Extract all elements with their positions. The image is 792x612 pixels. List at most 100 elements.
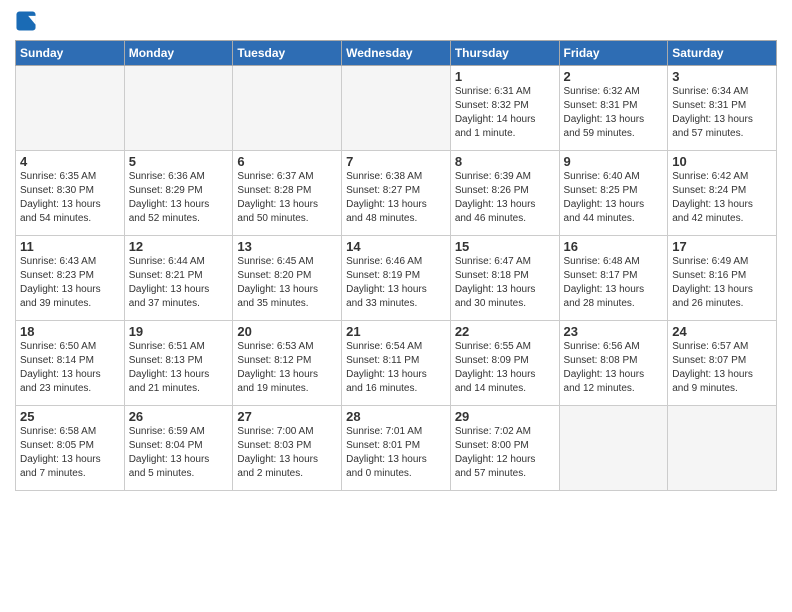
- day-info: Sunrise: 6:32 AM Sunset: 8:31 PM Dayligh…: [564, 85, 664, 141]
- day-info: Sunrise: 6:38 AM Sunset: 8:27 PM Dayligh…: [346, 170, 446, 226]
- calendar-cell: 18Sunrise: 6:50 AM Sunset: 8:14 PM Dayli…: [16, 321, 125, 406]
- calendar-cell: 8Sunrise: 6:39 AM Sunset: 8:26 PM Daylig…: [450, 151, 559, 236]
- day-info: Sunrise: 6:35 AM Sunset: 8:30 PM Dayligh…: [20, 170, 120, 226]
- day-number: 17: [672, 239, 772, 254]
- day-number: 10: [672, 154, 772, 169]
- week-row-1: 1Sunrise: 6:31 AM Sunset: 8:32 PM Daylig…: [16, 66, 777, 151]
- day-number: 20: [237, 324, 337, 339]
- calendar-cell: [342, 66, 451, 151]
- day-info: Sunrise: 6:50 AM Sunset: 8:14 PM Dayligh…: [20, 340, 120, 396]
- calendar-cell: 12Sunrise: 6:44 AM Sunset: 8:21 PM Dayli…: [124, 236, 233, 321]
- day-number: 2: [564, 69, 664, 84]
- day-info: Sunrise: 6:49 AM Sunset: 8:16 PM Dayligh…: [672, 255, 772, 311]
- day-info: Sunrise: 6:54 AM Sunset: 8:11 PM Dayligh…: [346, 340, 446, 396]
- weekday-header-thursday: Thursday: [450, 41, 559, 66]
- weekday-header-sunday: Sunday: [16, 41, 125, 66]
- day-info: Sunrise: 6:53 AM Sunset: 8:12 PM Dayligh…: [237, 340, 337, 396]
- day-info: Sunrise: 6:45 AM Sunset: 8:20 PM Dayligh…: [237, 255, 337, 311]
- day-info: Sunrise: 6:51 AM Sunset: 8:13 PM Dayligh…: [129, 340, 229, 396]
- calendar-cell: 26Sunrise: 6:59 AM Sunset: 8:04 PM Dayli…: [124, 406, 233, 491]
- day-number: 4: [20, 154, 120, 169]
- day-number: 13: [237, 239, 337, 254]
- day-info: Sunrise: 7:02 AM Sunset: 8:00 PM Dayligh…: [455, 425, 555, 481]
- weekday-header-monday: Monday: [124, 41, 233, 66]
- calendar-cell: 2Sunrise: 6:32 AM Sunset: 8:31 PM Daylig…: [559, 66, 668, 151]
- calendar-cell: 19Sunrise: 6:51 AM Sunset: 8:13 PM Dayli…: [124, 321, 233, 406]
- calendar-cell: [668, 406, 777, 491]
- page-container: SundayMondayTuesdayWednesdayThursdayFrid…: [0, 0, 792, 496]
- day-number: 21: [346, 324, 446, 339]
- day-info: Sunrise: 6:55 AM Sunset: 8:09 PM Dayligh…: [455, 340, 555, 396]
- day-info: Sunrise: 6:36 AM Sunset: 8:29 PM Dayligh…: [129, 170, 229, 226]
- day-number: 18: [20, 324, 120, 339]
- calendar-cell: 10Sunrise: 6:42 AM Sunset: 8:24 PM Dayli…: [668, 151, 777, 236]
- header: [15, 10, 777, 32]
- calendar-cell: 23Sunrise: 6:56 AM Sunset: 8:08 PM Dayli…: [559, 321, 668, 406]
- day-info: Sunrise: 6:56 AM Sunset: 8:08 PM Dayligh…: [564, 340, 664, 396]
- day-number: 11: [20, 239, 120, 254]
- day-info: Sunrise: 6:44 AM Sunset: 8:21 PM Dayligh…: [129, 255, 229, 311]
- day-number: 28: [346, 409, 446, 424]
- calendar-cell: 29Sunrise: 7:02 AM Sunset: 8:00 PM Dayli…: [450, 406, 559, 491]
- day-info: Sunrise: 6:40 AM Sunset: 8:25 PM Dayligh…: [564, 170, 664, 226]
- calendar-cell: 6Sunrise: 6:37 AM Sunset: 8:28 PM Daylig…: [233, 151, 342, 236]
- weekday-header-friday: Friday: [559, 41, 668, 66]
- calendar-cell: [124, 66, 233, 151]
- calendar-cell: 22Sunrise: 6:55 AM Sunset: 8:09 PM Dayli…: [450, 321, 559, 406]
- weekday-header-wednesday: Wednesday: [342, 41, 451, 66]
- day-number: 1: [455, 69, 555, 84]
- week-row-3: 11Sunrise: 6:43 AM Sunset: 8:23 PM Dayli…: [16, 236, 777, 321]
- calendar-cell: [16, 66, 125, 151]
- day-info: Sunrise: 6:58 AM Sunset: 8:05 PM Dayligh…: [20, 425, 120, 481]
- calendar-cell: 3Sunrise: 6:34 AM Sunset: 8:31 PM Daylig…: [668, 66, 777, 151]
- week-row-2: 4Sunrise: 6:35 AM Sunset: 8:30 PM Daylig…: [16, 151, 777, 236]
- day-number: 12: [129, 239, 229, 254]
- day-info: Sunrise: 6:34 AM Sunset: 8:31 PM Dayligh…: [672, 85, 772, 141]
- day-number: 26: [129, 409, 229, 424]
- day-info: Sunrise: 7:00 AM Sunset: 8:03 PM Dayligh…: [237, 425, 337, 481]
- calendar-cell: [233, 66, 342, 151]
- day-info: Sunrise: 7:01 AM Sunset: 8:01 PM Dayligh…: [346, 425, 446, 481]
- logo-icon: [15, 10, 37, 32]
- day-info: Sunrise: 6:46 AM Sunset: 8:19 PM Dayligh…: [346, 255, 446, 311]
- calendar-cell: 4Sunrise: 6:35 AM Sunset: 8:30 PM Daylig…: [16, 151, 125, 236]
- calendar-cell: 1Sunrise: 6:31 AM Sunset: 8:32 PM Daylig…: [450, 66, 559, 151]
- calendar-cell: 13Sunrise: 6:45 AM Sunset: 8:20 PM Dayli…: [233, 236, 342, 321]
- calendar-cell: 20Sunrise: 6:53 AM Sunset: 8:12 PM Dayli…: [233, 321, 342, 406]
- day-info: Sunrise: 6:31 AM Sunset: 8:32 PM Dayligh…: [455, 85, 555, 141]
- day-number: 23: [564, 324, 664, 339]
- day-number: 29: [455, 409, 555, 424]
- calendar-cell: 27Sunrise: 7:00 AM Sunset: 8:03 PM Dayli…: [233, 406, 342, 491]
- day-number: 27: [237, 409, 337, 424]
- calendar-cell: 28Sunrise: 7:01 AM Sunset: 8:01 PM Dayli…: [342, 406, 451, 491]
- day-number: 5: [129, 154, 229, 169]
- day-number: 14: [346, 239, 446, 254]
- day-number: 19: [129, 324, 229, 339]
- calendar-cell: 14Sunrise: 6:46 AM Sunset: 8:19 PM Dayli…: [342, 236, 451, 321]
- day-number: 3: [672, 69, 772, 84]
- day-info: Sunrise: 6:37 AM Sunset: 8:28 PM Dayligh…: [237, 170, 337, 226]
- day-number: 24: [672, 324, 772, 339]
- weekday-header-tuesday: Tuesday: [233, 41, 342, 66]
- day-number: 9: [564, 154, 664, 169]
- calendar-cell: [559, 406, 668, 491]
- calendar-cell: 9Sunrise: 6:40 AM Sunset: 8:25 PM Daylig…: [559, 151, 668, 236]
- calendar-table: SundayMondayTuesdayWednesdayThursdayFrid…: [15, 40, 777, 491]
- day-info: Sunrise: 6:43 AM Sunset: 8:23 PM Dayligh…: [20, 255, 120, 311]
- calendar-cell: 16Sunrise: 6:48 AM Sunset: 8:17 PM Dayli…: [559, 236, 668, 321]
- day-number: 16: [564, 239, 664, 254]
- day-number: 8: [455, 154, 555, 169]
- calendar-cell: 24Sunrise: 6:57 AM Sunset: 8:07 PM Dayli…: [668, 321, 777, 406]
- calendar-cell: 17Sunrise: 6:49 AM Sunset: 8:16 PM Dayli…: [668, 236, 777, 321]
- day-info: Sunrise: 6:48 AM Sunset: 8:17 PM Dayligh…: [564, 255, 664, 311]
- week-row-5: 25Sunrise: 6:58 AM Sunset: 8:05 PM Dayli…: [16, 406, 777, 491]
- calendar-cell: 5Sunrise: 6:36 AM Sunset: 8:29 PM Daylig…: [124, 151, 233, 236]
- day-info: Sunrise: 6:39 AM Sunset: 8:26 PM Dayligh…: [455, 170, 555, 226]
- logo: [15, 10, 41, 32]
- day-info: Sunrise: 6:59 AM Sunset: 8:04 PM Dayligh…: [129, 425, 229, 481]
- day-number: 22: [455, 324, 555, 339]
- day-info: Sunrise: 6:57 AM Sunset: 8:07 PM Dayligh…: [672, 340, 772, 396]
- calendar-cell: 25Sunrise: 6:58 AM Sunset: 8:05 PM Dayli…: [16, 406, 125, 491]
- calendar-cell: 15Sunrise: 6:47 AM Sunset: 8:18 PM Dayli…: [450, 236, 559, 321]
- day-info: Sunrise: 6:47 AM Sunset: 8:18 PM Dayligh…: [455, 255, 555, 311]
